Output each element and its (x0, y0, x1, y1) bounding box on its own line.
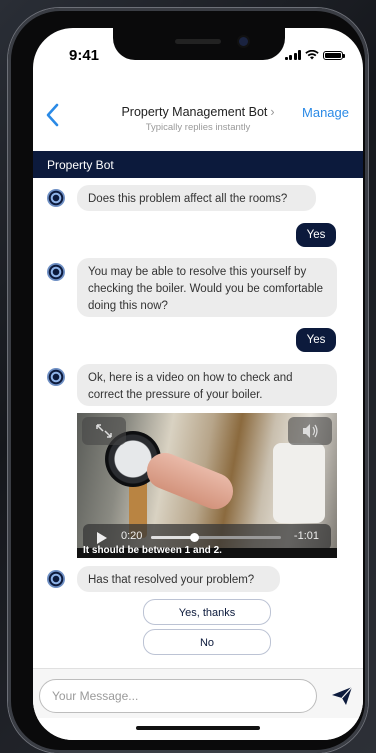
quick-reply-no[interactable]: No (143, 629, 271, 655)
bot-avatar (47, 263, 65, 281)
bot-message: You may be able to resolve this yourself… (77, 258, 337, 317)
reply-time-subtitle: Typically replies instantly (145, 122, 251, 133)
phone-frame: 9:41 Property Management Bot › Typically… (8, 8, 368, 753)
cellular-signal-icon (284, 50, 301, 60)
phone-notch (113, 28, 285, 60)
bot-avatar (47, 368, 65, 386)
user-message: Yes (296, 223, 336, 247)
scrubber-handle[interactable] (189, 533, 199, 542)
home-indicator-area (33, 718, 363, 740)
bot-name-bar: Property Bot (33, 151, 363, 178)
play-icon[interactable] (97, 532, 107, 544)
mute-button[interactable] (288, 417, 332, 445)
video-player[interactable]: 0:20 -1:01 It should be between 1 and 2. (77, 413, 337, 558)
bot-name: Property Bot (47, 158, 114, 172)
manage-button[interactable]: Manage (302, 105, 349, 120)
status-time: 9:41 (69, 47, 100, 64)
phone-screen: 9:41 Property Management Bot › Typically… (33, 28, 363, 740)
user-message: Yes (296, 328, 336, 352)
video-scrubber[interactable] (151, 533, 281, 542)
bot-message: Does this problem affect all the rooms? (77, 185, 316, 211)
bot-avatar (47, 189, 65, 207)
bot-message: Ok, here is a video on how to check and … (77, 364, 337, 406)
video-progress (151, 536, 194, 539)
battery-icon (323, 51, 345, 60)
wifi-icon (305, 50, 319, 60)
home-indicator[interactable] (136, 726, 260, 730)
quick-reply-yes-thanks[interactable]: Yes, thanks (143, 599, 271, 625)
volume-icon (303, 424, 318, 438)
message-list[interactable]: Does this problem affect all the rooms? … (33, 178, 363, 668)
video-current-time: 0:20 (121, 530, 143, 542)
send-icon[interactable] (331, 686, 353, 706)
video-caption-text: It should be between 1 and 2. (83, 545, 222, 556)
chat-header: Property Management Bot › Typically repli… (33, 72, 363, 133)
fullscreen-button[interactable] (82, 417, 126, 445)
video-remaining-time: -1:01 (293, 530, 319, 542)
chevron-right-icon: › (270, 105, 275, 119)
bot-avatar (47, 570, 65, 588)
expand-icon (96, 424, 112, 438)
message-input[interactable] (39, 679, 317, 713)
chat-title-text: Property Management Bot (121, 105, 268, 119)
bot-message: Has that resolved your problem? (77, 566, 280, 592)
status-icons (284, 50, 345, 60)
video-caption: It should be between 1 and 2. (77, 545, 337, 558)
message-composer (33, 668, 363, 719)
